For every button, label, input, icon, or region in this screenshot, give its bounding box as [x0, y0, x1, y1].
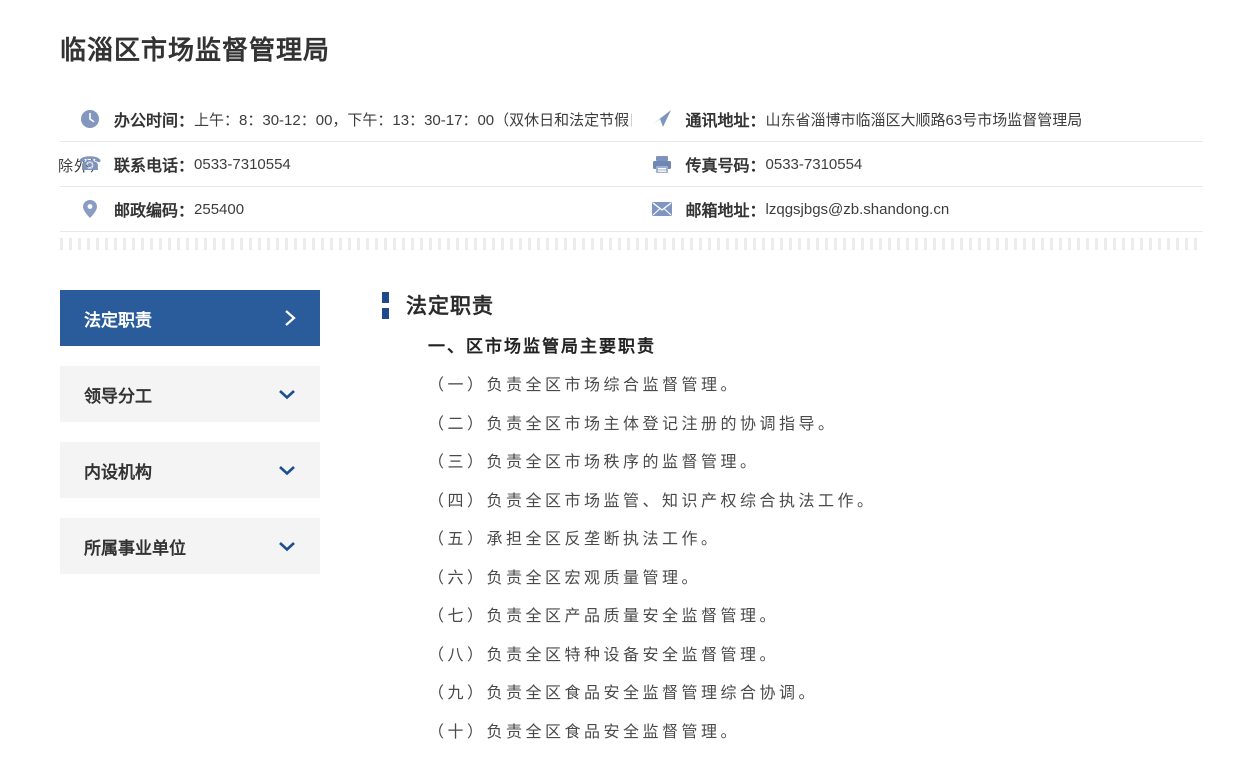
envelope-icon [651, 199, 672, 219]
email-label: 邮箱地址： [685, 203, 766, 220]
fax-cell: 传真号码： 0533-7310554 [632, 142, 1204, 186]
section-title: 法定职责 [406, 295, 494, 318]
duty-item: （七）负责全区产品质量安全监督管理。 [428, 608, 780, 625]
postal-code-cell: 邮政编码： 255400 [60, 187, 632, 231]
contact-info-table: 办公时间： 上午：8：30-12：00，下午：13：30-17：00（双休日和法… [58, 97, 1204, 232]
phone-value: 0533-7310554 [194, 155, 291, 173]
info-row-3: 邮政编码： 255400 邮箱地址： lzqgsjbgs@zb.shandong… [60, 187, 1203, 232]
phone-cell: 除外） ☎ 联系电话： 0533-7310554 [58, 142, 632, 186]
duty-item: （九）负责全区食品安全监督管理综合协调。 [428, 685, 819, 702]
address-label: 通讯地址： [685, 113, 766, 130]
chevron-right-icon [284, 309, 296, 327]
main-content: 法定职责 一、区市场监管局主要职责 （一）负责全区市场综合监督管理。 （二）负责全… [382, 290, 1203, 752]
phone-icon: ☎ [78, 153, 102, 175]
email-cell: 邮箱地址： lzqgsjbgs@zb.shandong.cn [632, 187, 1204, 231]
phone-label: 联系电话： [114, 158, 195, 175]
section-subtitle: 一、区市场监管局主要职责 [428, 337, 656, 356]
section-marker-icon [382, 291, 389, 319]
chevron-down-icon [278, 389, 296, 400]
lower-section: 法定职责 领导分工 内设机构 所属事业单位 法定职责 一、区市场监管局主要职责 … [60, 290, 1203, 752]
info-row-2: 除外） ☎ 联系电话： 0533-7310554 传真号码： 0533-7310… [58, 142, 1204, 187]
sidebar-item-label: 法定职责 [84, 310, 152, 330]
fax-label: 传真号码： [685, 158, 766, 175]
duty-item: （五）承担全区反垄断执法工作。 [428, 531, 721, 548]
office-hours-cell: 办公时间： 上午：8：30-12：00，下午：13：30-17：00（双休日和法… [60, 97, 632, 141]
location-pin-icon [80, 199, 100, 219]
office-hours-value: 上午：8：30-12：00，下午：13：30-17：00（双休日和法定节假日 [194, 111, 632, 129]
duty-item: （三）负责全区市场秩序的监督管理。 [428, 454, 760, 471]
duty-item: （十）负责全区食品安全监督管理。 [428, 723, 741, 741]
fax-value: 0533-7310554 [765, 155, 863, 173]
office-hours-label: 办公时间： [114, 113, 195, 130]
page-container: 临淄区市场监督管理局 办公时间： 上午：8：30-12：00，下午：13：30-… [0, 30, 1260, 752]
address-value: 山东省淄博市临淄区大顺路63号市场监督管理局 [765, 111, 1083, 129]
clock-icon [80, 109, 100, 129]
address-cell: 通讯地址： 山东省淄博市临淄区大顺路63号市场监督管理局 [632, 97, 1204, 141]
info-row-1: 办公时间： 上午：8：30-12：00，下午：13：30-17：00（双休日和法… [60, 97, 1203, 142]
duty-item: （二）负责全区市场主体登记注册的协调指导。 [428, 415, 838, 433]
sidebar-item-label: 所属事业单位 [84, 538, 186, 558]
duty-item: （六）负责全区宏观质量管理。 [428, 569, 702, 587]
duties-list: （一）负责全区市场综合监督管理。 （二）负责全区市场主体登记注册的协调指导。 （三）… [428, 367, 1203, 752]
sidebar-item-internal-orgs[interactable]: 内设机构 [60, 442, 320, 498]
email-value: lzqgsjbgs@zb.shandong.cn [765, 200, 950, 218]
sidebar-item-subordinate-units[interactable]: 所属事业单位 [60, 518, 320, 574]
chevron-down-icon [278, 541, 296, 552]
sidebar-item-legal-duties[interactable]: 法定职责 [60, 290, 320, 346]
chevron-down-icon [278, 465, 296, 476]
duty-item: （一）负责全区市场综合监督管理。 [428, 377, 741, 394]
page-title: 临淄区市场监督管理局 [60, 35, 331, 65]
postal-code-value: 255400 [194, 200, 245, 218]
duty-item: （八）负责全区特种设备安全监督管理。 [428, 646, 780, 664]
postal-code-label: 邮政编码： [114, 203, 195, 220]
section-header: 法定职责 [382, 290, 1203, 320]
sidebar-menu: 法定职责 领导分工 内设机构 所属事业单位 [60, 290, 320, 752]
sidebar-item-label: 领导分工 [84, 386, 152, 406]
dashed-divider [60, 238, 1203, 250]
sidebar-item-label: 内设机构 [84, 462, 152, 482]
paper-plane-icon [652, 109, 672, 129]
sidebar-item-leadership[interactable]: 领导分工 [60, 366, 320, 422]
duty-item: （四）负责全区市场监管、知识产权综合执法工作。 [428, 492, 877, 510]
fax-icon [652, 154, 672, 174]
